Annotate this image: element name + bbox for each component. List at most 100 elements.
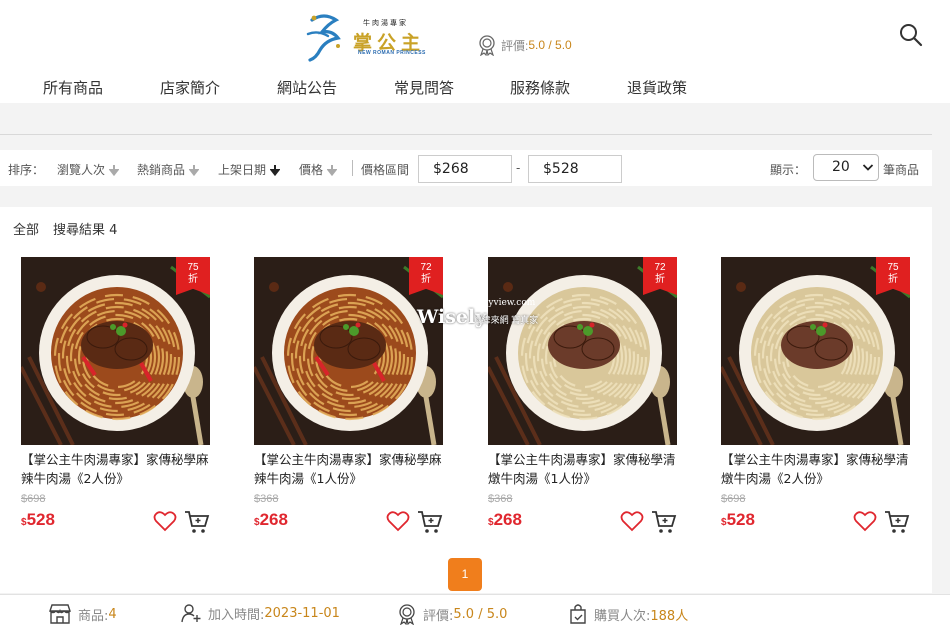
award-icon [399,604,415,625]
stat-rating-value: 5.0 / 5.0 [453,606,508,622]
discount-unit: 折 [655,274,665,285]
sort-hot-label: 熱銷商品 [137,163,186,177]
stat-joined: 加入時間: 2023-11-01 [180,603,340,623]
cart-icon[interactable] [884,510,910,534]
nav-return-policy[interactable]: 退貨政策 [627,77,687,98]
sort-bar: 排序： 瀏覽人次 熱銷商品 上架日期 價格 價格區間 $268 - $528 顯… [0,150,932,186]
heart-icon[interactable] [620,510,644,532]
category-all[interactable]: 全部 [13,219,39,238]
original-price: $698 [21,493,46,505]
stat-joined-value: 2023-11-01 [264,605,340,621]
stat-products-value: 4 [108,606,117,622]
header-rating: 評價: 5.0 / 5.0 [477,34,572,56]
sale-price: $528 [721,510,755,530]
per-page-value: 20 [832,159,850,175]
award-icon [479,35,495,56]
nav-terms[interactable]: 服務條款 [510,77,570,98]
arrow-down-icon [189,165,200,176]
cart-icon[interactable] [184,510,210,534]
product-name[interactable]: 【掌公主牛肉湯專家】家傳秘學清燉牛肉湯《2人份》 [721,450,911,488]
sort-hot[interactable]: 熱銷商品 [137,161,200,178]
product-name[interactable]: 【掌公主牛肉湯專家】家傳秘學麻辣牛肉湯《1人份》 [254,450,444,488]
sort-date-label: 上架日期 [218,163,267,177]
product-image[interactable]: 75 折 [21,257,210,445]
price-min-input[interactable]: $268 [418,155,512,183]
rating-label: 評價: [501,38,529,53]
nav-store-intro[interactable]: 店家簡介 [160,77,220,98]
sale-price-value: 528 [26,510,55,529]
pagination-page-1[interactable]: 1 [448,558,482,591]
logo-english: NEW ROMAN PRINCESS [358,50,426,56]
sort-separator [352,160,353,176]
price-range-label: 價格區間 [361,163,410,177]
store-stats-bar: 商品: 4 加入時間: 2023-11-01 評價: 5.0 / 5.0 購買人次: 1… [0,594,950,634]
original-price: $698 [721,493,746,505]
sort-price-label: 價格 [299,163,324,177]
sort-views-label: 瀏覽人次 [57,163,106,177]
store-logo[interactable]: 牛肉湯專家 掌公主 NEW ROMAN PRINCESS [300,8,432,66]
original-price: $368 [254,493,279,505]
heart-icon[interactable] [386,510,410,532]
product-card[interactable]: 75 折【掌公主牛肉湯專家】家傳秘學麻辣牛肉湯《2人份》 $698 $528 [21,257,211,547]
rating-value: 5.0 / 5.0 [528,38,572,52]
arrow-down-icon [270,165,281,176]
product-image[interactable]: 72 折 [488,257,677,445]
sale-price-value: 268 [259,510,288,529]
heart-icon[interactable] [853,510,877,532]
product-image[interactable]: 75 折 [721,257,910,445]
product-image[interactable]: 72 折 [254,257,443,445]
price-range-dash: - [516,161,521,175]
sort-price[interactable]: 價格 [299,161,338,178]
product-card[interactable]: 72 折【掌公主牛肉湯專家】家傳秘學麻辣牛肉湯《1人份》 $368 $268 [254,257,444,547]
product-name[interactable]: 【掌公主牛肉湯專家】家傳秘學清燉牛肉湯《1人份》 [488,450,678,488]
product-card[interactable]: 75 折【掌公主牛肉湯專家】家傳秘學清燉牛肉湯《2人份》 $698 $528 [721,257,911,547]
logo-subtitle: 牛肉湯專家 [363,19,408,27]
product-name[interactable]: 【掌公主牛肉湯專家】家傳秘學麻辣牛肉湯《2人份》 [21,450,211,488]
discount-unit: 折 [188,274,198,285]
arrow-down-icon [327,165,338,176]
nav-all-products[interactable]: 所有商品 [43,77,103,98]
stat-buyers-label: 購買人次: [594,608,651,624]
watermark-credit: ©緯來網 寫真家 [475,315,539,325]
divider [0,134,932,135]
search-result-count: 搜尋結果 4 [53,223,118,238]
stat-joined-label: 加入時間: [208,607,265,623]
discount-number: 75 [887,262,899,273]
per-page-select[interactable]: 20 [813,154,879,181]
nav-faq[interactable]: 常見問答 [394,77,454,98]
cart-icon[interactable] [417,510,443,534]
stat-products-label: 商品: [78,608,109,624]
sale-price-value: 268 [493,510,522,529]
main-nav: 所有商品 店家簡介 網站公告 常見問答 服務條款 退貨政策 [0,77,950,101]
chevron-down-icon [862,164,874,171]
stat-buyers-value: 188人 [650,608,689,624]
arrow-down-icon [109,165,120,176]
per-page-unit: 筆商品 [883,163,920,177]
user-add-icon [181,604,201,623]
nav-announcements[interactable]: 網站公告 [277,77,337,98]
cart-icon[interactable] [651,510,677,534]
category-bar: 全部 搜尋結果 4 [0,207,932,247]
sort-date[interactable]: 上架日期 [218,161,281,178]
sale-price: $528 [21,510,55,530]
discount-number: 72 [654,262,666,273]
sort-views[interactable]: 瀏覽人次 [57,161,120,178]
sort-label: 排序： [8,163,45,177]
stat-products: 商品: 4 [48,603,117,625]
search-icon[interactable] [898,22,924,48]
bag-check-icon [570,604,586,624]
price-max-input[interactable]: $528 [528,155,622,183]
site-header: 牛肉湯專家 掌公主 NEW ROMAN PRINCESS 評價: 5.0 / 5.… [0,0,950,103]
discount-unit: 折 [421,274,431,285]
stat-buyers: 購買人次: 188人 [568,603,688,625]
heart-icon[interactable] [153,510,177,532]
discount-unit: 折 [888,274,898,285]
stat-rating: 評價: 5.0 / 5.0 [397,603,507,625]
discount-number: 75 [187,262,199,273]
show-label: 顯示： [770,163,807,177]
discount-number: 72 [420,262,432,273]
original-price: $368 [488,493,513,505]
watermark: wiselyview.com Wisely ©緯來網 寫真家 [417,298,539,338]
logo-mark-icon [306,14,341,62]
sale-price: $268 [488,510,522,530]
